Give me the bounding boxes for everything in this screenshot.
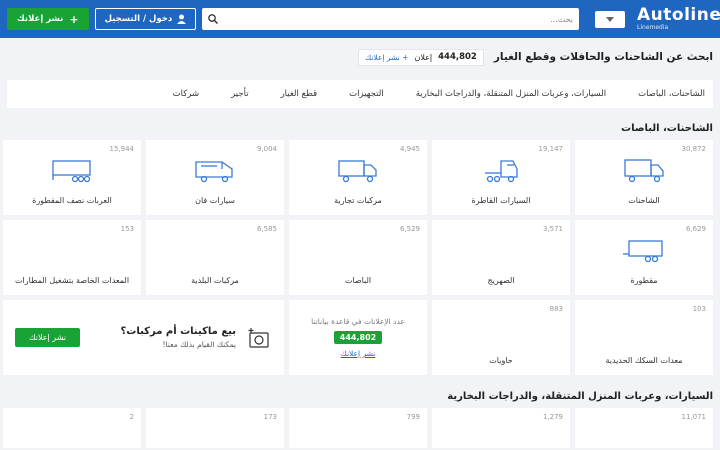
user-icon — [177, 14, 187, 24]
category-count: 153 — [120, 225, 134, 233]
tractor-unit-icon — [485, 160, 518, 183]
tab-rental[interactable]: تأجير — [231, 89, 248, 99]
category-count: 3,571 — [542, 225, 563, 233]
title-row: ابحث عن الشاحنات والحافلات وقطع الغيار 4… — [0, 38, 720, 76]
category-label: مركبات تجارية — [334, 196, 382, 205]
category-count: 2 — [129, 413, 134, 421]
category-count: 1,279 — [542, 413, 563, 421]
category-count: 30,872 — [681, 145, 707, 153]
trucks-grid: 30,872 الشاحنات 19,147 السيارات القاطرة … — [0, 140, 720, 375]
tab-equipment[interactable]: التجهيزات — [349, 89, 384, 99]
category-count: 799 — [406, 413, 420, 421]
category-card[interactable]: 2 — [3, 408, 141, 448]
category-card[interactable]: 1,279 — [432, 408, 570, 448]
category-card[interactable]: 153 المعدات الخاصة بتشغيل المطارات — [3, 220, 141, 295]
promo-post-button[interactable]: نشر إعلانك — [15, 328, 81, 347]
tab-spare-parts[interactable]: قطع الغيار — [281, 89, 318, 99]
listing-count-unit: إعلان — [414, 52, 433, 62]
post-ad-label: نشر إعلانك — [17, 14, 64, 24]
category-card[interactable]: 799 — [289, 408, 427, 448]
listing-count-pill: 444,802 إعلان + نشر إعلانك — [358, 48, 484, 66]
section-title-cars: السيارات، وعربات المنزل المتنقلة، والدرا… — [447, 390, 713, 402]
trailer-icon — [623, 240, 663, 263]
category-count: 19,147 — [538, 145, 564, 153]
category-card[interactable]: 4,945 مركبات تجارية — [289, 140, 427, 215]
listing-count: 444,802 — [438, 52, 477, 62]
add-photo-icon — [248, 327, 269, 348]
category-count: 11,071 — [681, 413, 707, 421]
category-card[interactable]: 30,872 الشاحنات — [575, 140, 713, 215]
promo-heading: بيع ماكينات أم مركبات؟ — [120, 326, 236, 337]
category-tabs: الشاحنات، الباصات السيارات، وعربات المنز… — [7, 80, 713, 108]
tab-trucks-buses[interactable]: الشاحنات، الباصات — [638, 89, 705, 99]
category-label: حاويات — [489, 356, 513, 365]
category-card[interactable]: 6,629 مقطورة — [575, 220, 713, 295]
logo-text: Autoline — [637, 5, 720, 25]
semi-trailer-icon — [52, 160, 91, 183]
category-count: 6,585 — [256, 225, 277, 233]
login-label: دخول / التسجيل — [104, 14, 173, 24]
category-card[interactable]: 173 — [146, 408, 284, 448]
category-count: 4,945 — [399, 145, 420, 153]
promo-subtext: يمكنك القيام بذلك معنا! — [162, 340, 236, 349]
section-title-trucks: الشاحنات، الباصات — [621, 122, 713, 134]
stat-number: 444,802 — [333, 331, 383, 344]
language-dropdown[interactable] — [595, 10, 625, 28]
tab-companies[interactable]: شركات — [173, 89, 199, 99]
category-label: السيارات القاطرة — [471, 196, 531, 205]
search-placeholder: بحث... — [550, 14, 573, 24]
category-card[interactable]: 6,585 مركبات البلدية — [146, 220, 284, 295]
category-count: 15,944 — [109, 145, 135, 153]
autoline-logo[interactable]: Autoline Linemedia — [637, 7, 720, 32]
van-icon — [195, 161, 233, 183]
cars-grid: 11,071 1,279 799 173 2 — [0, 408, 720, 448]
category-count: 9,004 — [256, 145, 277, 153]
category-label: مركبات البلدية — [191, 276, 239, 285]
category-card[interactable]: 6,529 الباصات — [289, 220, 427, 295]
category-label: الباصات — [344, 276, 372, 285]
category-card[interactable]: 3,571 الصهريج — [432, 220, 570, 295]
category-count: 6,629 — [685, 225, 706, 233]
category-label: العربات نصف المقطورة — [32, 196, 112, 205]
category-card[interactable]: 883 حاويات — [432, 300, 570, 375]
category-label: مقطورة — [630, 276, 658, 285]
sell-promo-card: بيع ماكينات أم مركبات؟ يمكنك القيام بذلك… — [3, 300, 284, 375]
logo-sub: Linemedia — [637, 24, 669, 31]
top-header: Autoline Linemedia بحث... دخول / التسجيل… — [0, 0, 720, 38]
category-count: 883 — [549, 305, 563, 313]
category-count: 103 — [692, 305, 706, 313]
category-count: 6,529 — [399, 225, 420, 233]
category-label: المعدات الخاصة بتشغيل المطارات — [14, 276, 130, 285]
tab-cars-motorhomes[interactable]: السيارات، وعربات المنزل المتنقلة، والدرا… — [416, 89, 606, 99]
category-card[interactable]: 9,004 سيارات فان — [146, 140, 284, 215]
login-button[interactable]: دخول / التسجيل — [94, 8, 197, 30]
post-ad-link[interactable]: + نشر إعلانك — [365, 53, 408, 62]
page-title: ابحث عن الشاحنات والحافلات وقطع الغيار — [493, 51, 713, 63]
box-truck-icon — [624, 159, 664, 183]
post-ad-button[interactable]: + نشر إعلانك — [7, 8, 89, 30]
category-card[interactable]: 103 معدات السكك الحديدية — [575, 300, 713, 375]
search-input[interactable]: بحث... — [202, 8, 579, 30]
category-label: سيارات فان — [195, 196, 235, 205]
listings-stat-card: عدد الإعلانات في قاعدة بياناتنا 444,802 … — [289, 300, 427, 375]
category-card[interactable]: 19,147 السيارات القاطرة — [432, 140, 570, 215]
category-card[interactable]: 15,944 العربات نصف المقطورة — [3, 140, 141, 215]
plus-icon: + — [69, 12, 79, 26]
category-label: معدات السكك الحديدية — [605, 356, 683, 365]
category-label: الشاحنات — [628, 196, 660, 205]
chevron-down-icon — [606, 16, 614, 22]
category-count: 173 — [263, 413, 277, 421]
stat-text: عدد الإعلانات في قاعدة بياناتنا — [311, 317, 405, 326]
category-card[interactable]: 11,071 — [575, 408, 713, 448]
category-label: الصهريج — [487, 276, 515, 285]
search-icon[interactable] — [208, 14, 219, 24]
stat-post-link[interactable]: نشر إعلانك — [341, 349, 376, 358]
light-truck-icon — [338, 160, 377, 183]
